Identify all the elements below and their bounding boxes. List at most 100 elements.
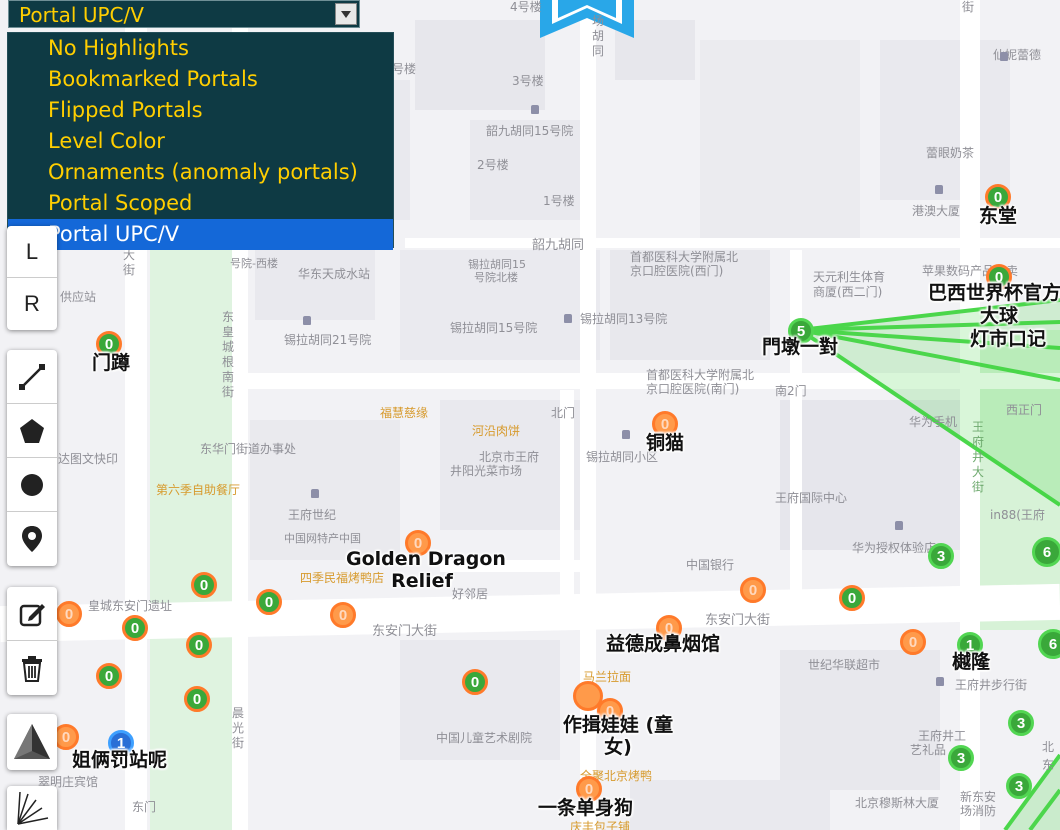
portal-marker[interactable]: 0 <box>330 602 356 628</box>
poi-icon <box>622 430 630 439</box>
map-label: 王府井步行街 <box>955 678 1028 692</box>
portal-marker[interactable]: 3 <box>928 543 954 569</box>
chevron-down-icon[interactable] <box>335 3 357 25</box>
map-label: 庆丰包子铺 <box>570 820 631 830</box>
poi-icon <box>936 677 944 686</box>
street-label-vertical: 大街 <box>123 248 136 277</box>
portal-marker[interactable]: 3 <box>1006 773 1032 799</box>
map-label: 供应站 <box>60 290 97 304</box>
portal-marker[interactable]: 0 <box>184 686 210 712</box>
highlighter-option[interactable]: Level Color <box>8 126 393 157</box>
highlighter-option[interactable]: No Highlights <box>8 33 393 64</box>
portal-marker[interactable]: 0 <box>256 589 282 615</box>
marker-icon <box>22 526 42 552</box>
delete-layers-button[interactable] <box>7 641 57 695</box>
map-label: in88(王府 <box>990 508 1045 522</box>
map-label: 场消防 <box>960 804 997 818</box>
portal-marker[interactable]: 0 <box>56 601 82 627</box>
highlighter-option[interactable]: ✓Portal UPC/V <box>8 219 393 250</box>
map-label: 王府国际中心 <box>775 491 848 505</box>
highlighter-option-label: Flipped Portals <box>48 98 203 122</box>
street-label-vertical: 街 <box>962 0 975 14</box>
portal-marker[interactable]: 0 <box>122 615 148 641</box>
draw-toolbar <box>7 350 57 566</box>
poi-icon <box>531 105 539 114</box>
layer-chooser-button[interactable] <box>7 714 57 770</box>
map-label: 东 <box>1042 758 1055 772</box>
portal-marker[interactable]: 0 <box>839 585 865 611</box>
map-label: 皇城东安门遗址 <box>88 599 173 613</box>
zoom-toolbar: L R <box>7 226 57 330</box>
map-label: 锡拉胡同21号院 <box>284 333 372 347</box>
map-label: 号院-西楼 <box>230 257 278 270</box>
map-label: 韶九胡同15号院 <box>486 124 574 138</box>
map-label: 3号楼 <box>512 74 544 88</box>
portal-marker[interactable]: 0 <box>186 632 212 658</box>
poi-icon <box>895 521 903 530</box>
highlighter-option[interactable]: Flipped Portals <box>8 95 393 126</box>
portal-marker[interactable]: 3 <box>1008 710 1034 736</box>
highlighter-option-label: Portal UPC/V <box>48 222 180 246</box>
draw-polygon-button[interactable] <box>7 404 57 458</box>
portal-marker[interactable]: 6 <box>1032 537 1060 567</box>
zoom-l-button[interactable]: L <box>7 226 57 278</box>
map-label: 西正门 <box>1006 403 1043 417</box>
highlighter-selected-value: Portal UPC/V <box>19 3 144 27</box>
edit-icon <box>19 603 45 626</box>
zoom-l-label: L <box>25 238 39 264</box>
map-label: 王府世纪 <box>288 508 337 522</box>
map-label: 1号楼 <box>543 194 575 208</box>
layers-toolbar <box>7 714 57 770</box>
map-label: 场胡同 <box>592 14 605 58</box>
highlighter-option-label: Level Color <box>48 129 165 153</box>
portal-marker[interactable]: 6 <box>1038 629 1060 659</box>
map-label: 2号楼 <box>477 158 509 172</box>
poi-icon <box>564 314 572 323</box>
starburst-button[interactable] <box>7 786 57 830</box>
map-label: 第六季自助餐厅 <box>156 483 241 497</box>
portal-name-label: 铜猫 <box>646 432 685 454</box>
map-label: 北门 <box>551 406 576 420</box>
portal-name-label: 樾隆 <box>952 651 991 673</box>
draw-polyline-button[interactable] <box>7 350 57 404</box>
map-label: 锡拉胡同13号院 <box>580 312 668 326</box>
portal-marker[interactable]: 3 <box>948 745 974 771</box>
portal-marker[interactable]: 0 <box>900 629 926 655</box>
zoom-r-label: R <box>24 291 40 316</box>
draw-marker-button[interactable] <box>7 512 57 566</box>
zoom-r-button[interactable]: R <box>7 278 57 330</box>
edit-layers-button[interactable] <box>7 587 57 641</box>
layer-pyramid-icon <box>14 724 50 759</box>
portal-marker[interactable]: 0 <box>191 572 217 598</box>
map-label: 北 <box>1042 740 1055 754</box>
highlighter-option-label: Bookmarked Portals <box>48 67 258 91</box>
highlighter-option[interactable]: Portal Scoped <box>8 188 393 219</box>
portal-name-label: 灯市口记 <box>970 328 1047 350</box>
street-label: 韶九胡同 <box>532 238 585 253</box>
map-label: 商厦(西二门) <box>813 285 883 299</box>
map-label: 艺礼品 <box>910 743 947 757</box>
highlighter-option[interactable]: Ornaments (anomaly portals) <box>8 157 393 188</box>
map-label: 南2门 <box>775 384 807 398</box>
poi-icon <box>303 316 311 325</box>
portal-marker[interactable]: 0 <box>462 669 488 695</box>
map-label: 华东天成水站 <box>298 267 371 281</box>
poi-icon <box>935 185 943 194</box>
highlighter-select[interactable]: Portal UPC/V <box>8 0 360 28</box>
portal-marker[interactable]: 0 <box>740 577 766 603</box>
map-label: 港澳大厦 <box>912 204 961 218</box>
map-label: 号楼 <box>392 62 417 76</box>
map-label: 东华门街道办事处 <box>200 442 297 456</box>
starburst-icon <box>17 791 49 825</box>
map-label: 河沿肉饼 <box>472 424 521 438</box>
portal-name-label: 門墩一對 <box>762 336 839 358</box>
portal-name-label: 大球 <box>980 305 1019 327</box>
edit-toolbar <box>7 587 57 695</box>
draw-circle-button[interactable] <box>7 458 57 512</box>
portal-name-label: 作揖娃娃 (童 女) <box>562 714 674 758</box>
highlighter-menu: No Highlights Bookmarked Portals Flipped P… <box>7 32 394 250</box>
portal-marker[interactable]: 0 <box>96 663 122 689</box>
map-label: 中国儿童艺术剧院 <box>436 731 533 745</box>
portal-name-label: 姐俩罚站呢 <box>72 749 168 771</box>
highlighter-option[interactable]: Bookmarked Portals <box>8 64 393 95</box>
